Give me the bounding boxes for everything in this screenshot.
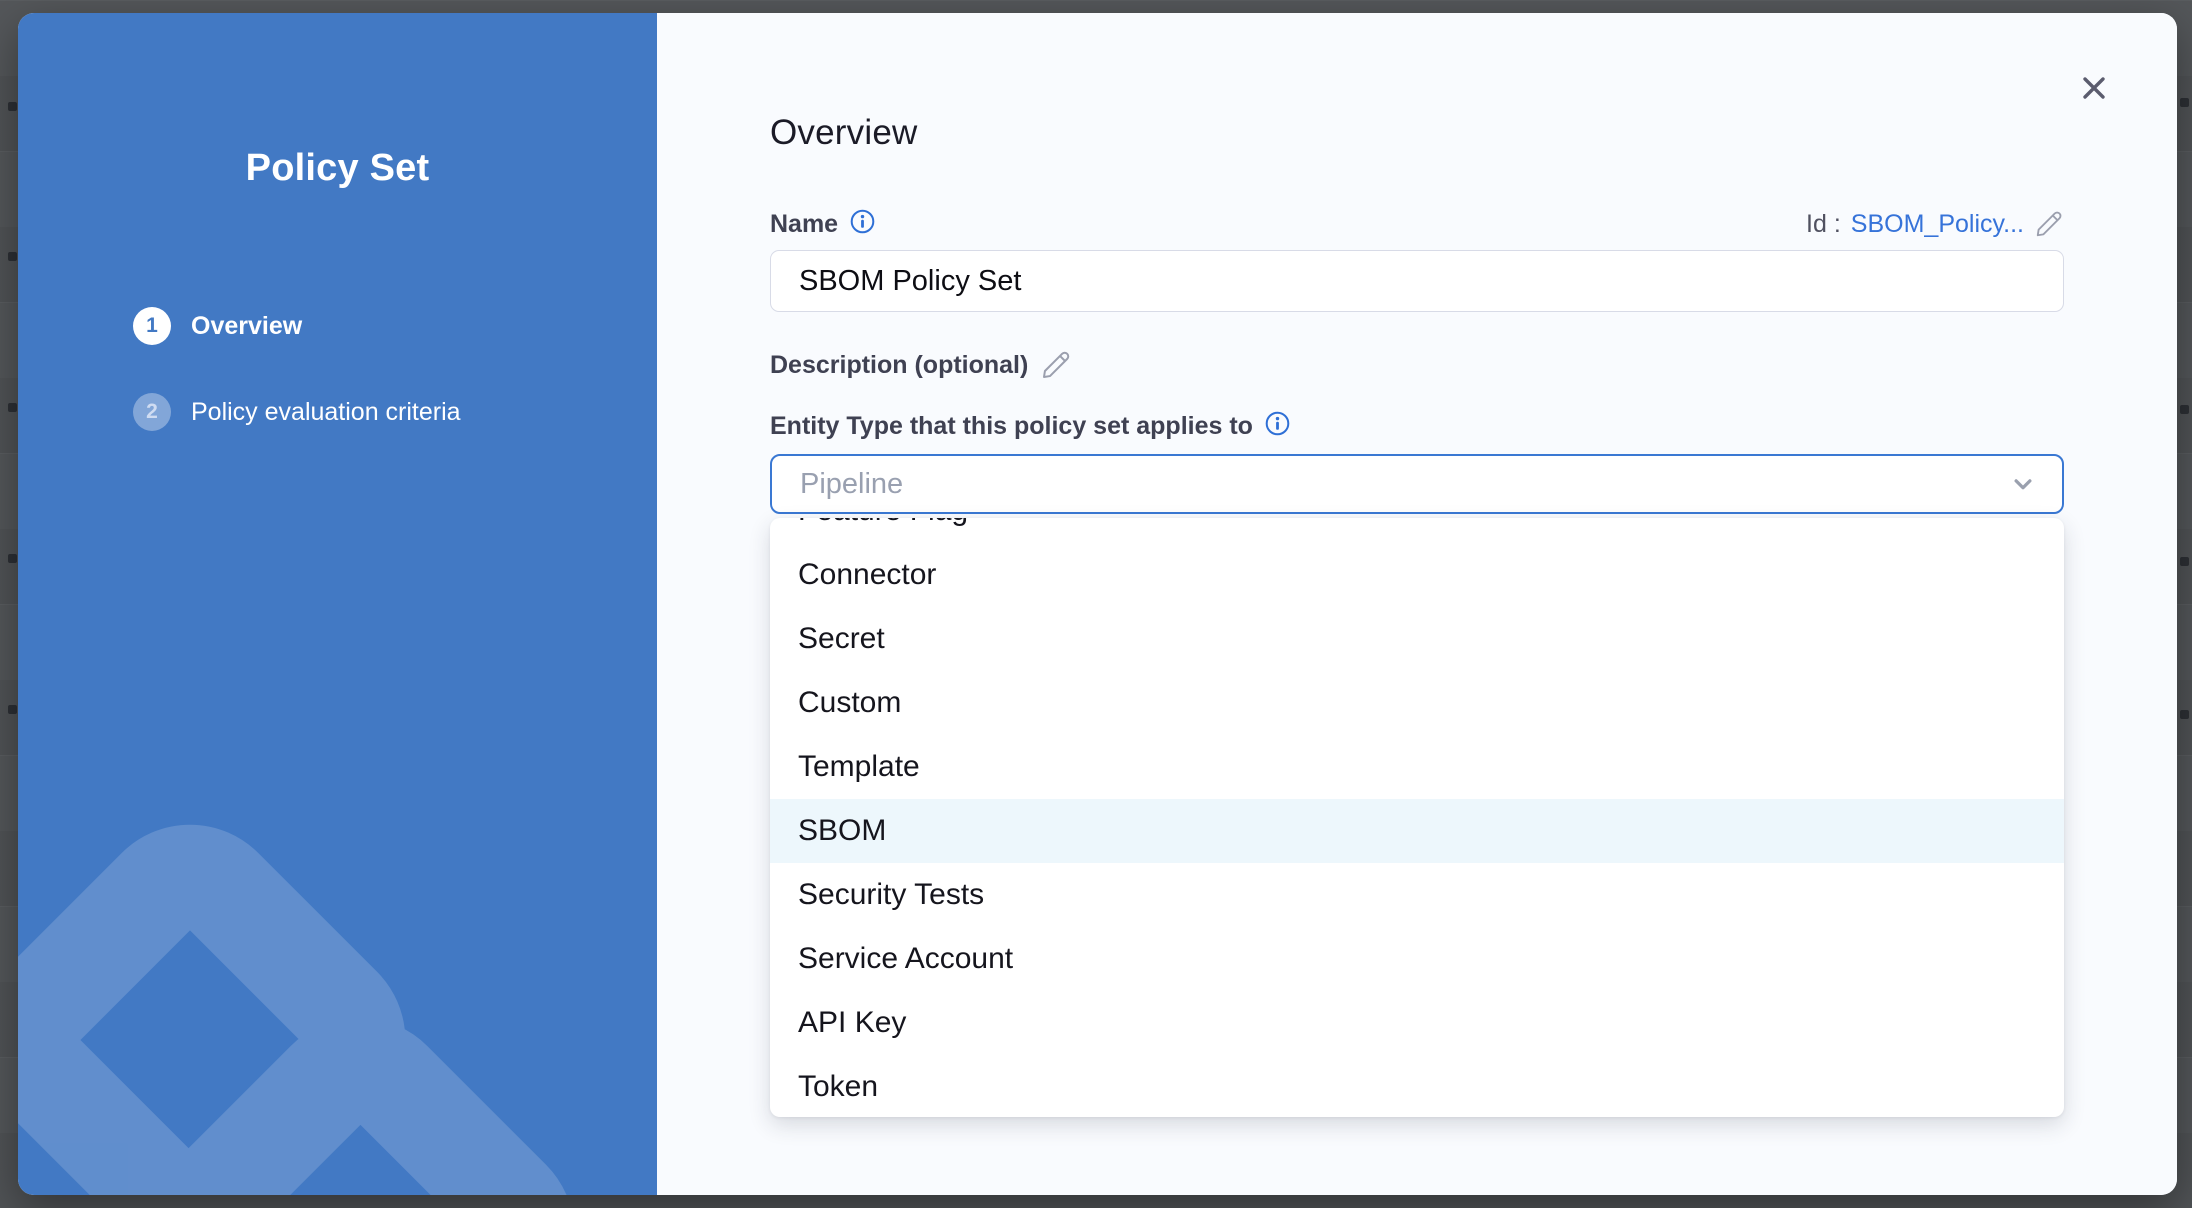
dropdown-item[interactable]: Template [770,735,2064,799]
wizard-title: Policy Set [18,147,657,190]
dropdown-item-label: Secret [798,622,885,656]
edit-id-icon[interactable] [2034,209,2064,239]
backdrop-fragment-dot [8,554,17,563]
dropdown-item-label: Connector [798,558,936,592]
dropdown-item[interactable]: Security Tests [770,863,2064,927]
entity-id-group: Id : SBOM_Policy... [1806,209,2064,239]
edit-description-icon[interactable] [1040,349,1072,381]
entity-type-label: Entity Type that this policy set applies… [770,412,1253,441]
backdrop-fragment-dot [2180,405,2189,414]
panel-heading: Overview [770,113,917,153]
dropdown-item-label: API Key [798,1006,906,1040]
screen: Policy Set 1 Overview 2 Policy evaluatio… [0,0,2192,1208]
step-overview[interactable]: 1 Overview [133,307,302,345]
step-policy-evaluation-criteria[interactable]: 2 Policy evaluation criteria [133,393,461,431]
name-label: Name [770,210,838,239]
backdrop-fragment-dot [8,403,17,412]
entity-type-select[interactable]: Pipeline [770,454,2064,514]
backdrop-fragment-dot [2180,710,2189,719]
dropdown-item[interactable]: Service Account [770,927,2064,991]
dropdown-list: Feature Flag Connector Secret Custom Tem… [770,518,2064,1117]
close-icon[interactable] [2077,71,2111,105]
dropdown-item[interactable]: Token [770,1055,2064,1117]
backdrop-fragment-dot [8,705,17,714]
entity-type-placeholder: Pipeline [800,468,903,501]
overview-panel: Overview Name Id : SBOM_Policy... [657,13,2177,1195]
description-label: Description (optional) [770,351,1028,380]
chevron-down-icon [2008,469,2038,499]
backdrop-fragment-dot [8,102,17,111]
step-2-badge: 2 [133,393,171,431]
dropdown-item-label: Feature Flag [798,518,968,528]
info-icon [850,209,875,234]
wizard-sidebar: Policy Set 1 Overview 2 Policy evaluatio… [18,13,657,1195]
dropdown-item[interactable]: Feature Flag [770,518,2064,543]
dropdown-item[interactable]: Custom [770,671,2064,735]
entity-type-dropdown: Feature Flag Connector Secret Custom Tem… [770,518,2064,1117]
dropdown-item-label: Security Tests [798,878,984,912]
id-prefix: Id : [1806,210,1841,239]
step-2-label: Policy evaluation criteria [191,398,461,427]
dropdown-item-label: Service Account [798,942,1013,976]
backdrop-fragment-dot [2180,557,2189,566]
step-1-label: Overview [191,312,302,341]
dropdown-item-label: Template [798,750,920,784]
harness-logo-watermark [18,13,657,1195]
name-label-row: Name Id : SBOM_Policy... [770,209,2064,239]
backdrop-fragment-dot [8,252,17,261]
step-1-badge: 1 [133,307,171,345]
dropdown-item[interactable]: Connector [770,543,2064,607]
dropdown-item-label: Token [798,1070,878,1104]
backdrop-fragment-dot [2180,98,2189,107]
dropdown-item[interactable]: Secret [770,607,2064,671]
policy-set-modal: Policy Set 1 Overview 2 Policy evaluatio… [18,13,2177,1195]
dropdown-item-label: SBOM [798,814,886,848]
dropdown-item[interactable]: SBOM [770,799,2064,863]
dropdown-item[interactable]: API Key [770,991,2064,1055]
info-icon [1265,411,1290,436]
id-link[interactable]: SBOM_Policy... [1851,210,2024,239]
entity-type-label-row: Entity Type that this policy set applies… [770,412,1290,441]
name-input[interactable] [770,250,2064,312]
dropdown-item-label: Custom [798,686,901,720]
description-label-row: Description (optional) [770,349,1072,381]
